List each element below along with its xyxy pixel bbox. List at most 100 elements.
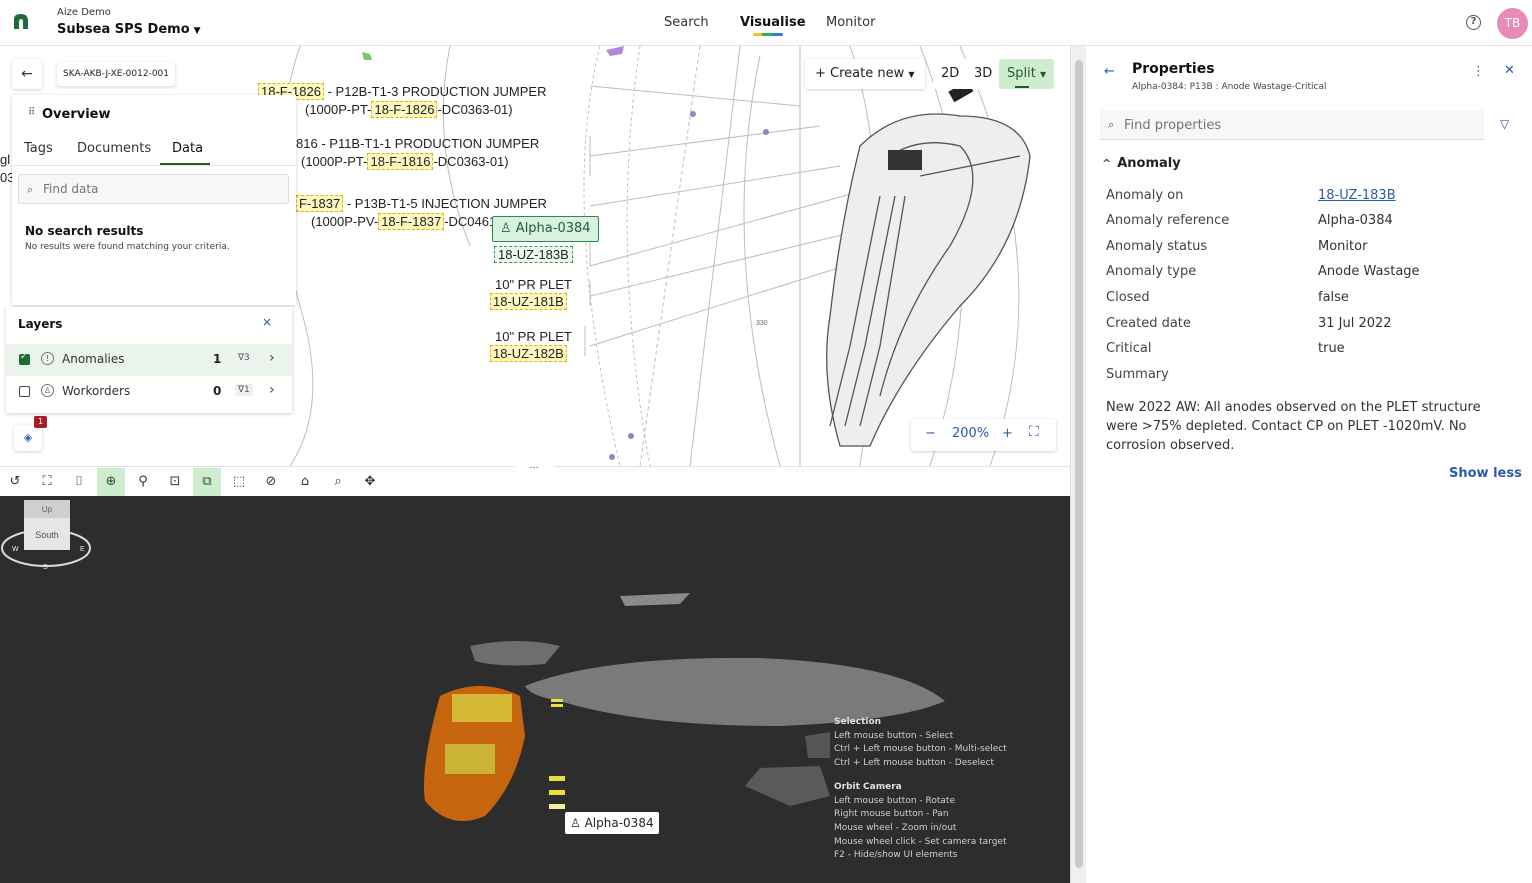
help-gap [834,771,1064,781]
viewer-toolbar: ... ↺ ⛶ ⌷ ⊕ ⚲ ⊡ ⧉ ⬚ ⊘ ⌂ ⌕ ✥ [0,461,1070,496]
layer-row-anomalies[interactable]: ! Anomalies 1 ∇3 › [6,344,292,376]
more-vertical-icon[interactable]: ⋮ [1472,64,1485,79]
filter-icon[interactable]: ▽ [1500,117,1509,131]
project-selector[interactable]: Subsea SPS Demo ▼ [57,22,201,37]
navigation-cube[interactable]: Up South W E S [0,496,95,576]
find-data-input[interactable] [43,179,283,199]
aize-logo-icon[interactable] [10,11,32,33]
close-icon[interactable]: ✕ [1504,63,1515,78]
scroll-thumb[interactable] [1075,60,1083,868]
tag-f-1837[interactable]: F-1837 [296,195,344,212]
asset-code-chip[interactable]: SKA-AKB-J-XE-0012-001 [57,62,176,86]
top-bar: Aize Demo Subsea SPS Demo ▼ Search Visual… [0,0,1532,46]
hide-icon[interactable]: ⊘ [257,468,285,496]
layer-filter-badge[interactable]: ∇3 [235,352,253,364]
view-split-button[interactable]: Split ▼ [999,59,1055,89]
measure-icon[interactable]: ✥ [356,468,384,496]
fit-frame-icon[interactable]: ⛶ [33,468,61,496]
select-area-icon[interactable]: ⬚ [225,468,253,496]
chevron-down-icon: ▼ [908,70,915,79]
prop-label: Created date [1106,316,1191,331]
reset-view-icon[interactable]: ↺ [1,468,29,496]
nav-search[interactable]: Search [664,15,709,30]
nav-visualise[interactable]: Visualise [740,15,806,30]
back-button[interactable]: ← [12,59,42,89]
jumper-title: - P13B-T1-5 INJECTION JUMPER [346,196,547,211]
anomaly-chip-alpha-0384[interactable]: ♙ Alpha-0384 [492,216,599,242]
camera-icon[interactable]: ⌷ [65,468,93,496]
tag-18-f-1816[interactable]: 18-F-1816 [367,153,434,170]
plus-icon: + [815,66,826,81]
tag-816[interactable]: 816 [296,136,318,151]
project-name: Subsea SPS Demo [57,22,190,37]
layer-count: 1 [213,352,222,366]
no-results-title: No search results [25,224,144,238]
tag-18-uz-181b[interactable]: 18-UZ-181B [490,293,567,310]
nav-active-indicator [753,33,783,36]
zoom-in-button[interactable]: + [1002,426,1013,441]
layers-panel: Layers × ! Anomalies 1 ∇3 › ♙ Workorders… [6,307,292,413]
prop-row-anomaly-type: Anomaly type Anode Wastage [1106,264,1526,286]
arrow-left-icon[interactable]: ← [1104,64,1115,79]
tag-18-f-1837[interactable]: 18-F-1837 [378,213,445,230]
find-properties-input[interactable] [1124,115,1474,135]
tab-documents[interactable]: Documents [77,141,151,156]
help-line: Left mouse button - Rotate [834,795,955,806]
layer-label: Workorders [62,384,131,398]
walk-icon[interactable]: ⚲ [129,468,157,496]
viewer-3d[interactable]: ♙ Alpha-0384 Selection Left mouse button… [0,496,1070,883]
close-icon[interactable]: × [262,315,272,329]
fit-view-icon[interactable]: ⛶ [1029,424,1039,440]
find-properties-field: ⌕ [1100,110,1484,140]
layer-filter-badge[interactable]: ∇1 [235,384,253,396]
section-title: Anomaly [1117,156,1181,171]
line-prefix: (1000P-PT- [301,154,368,169]
section-anomaly-header[interactable]: ^ Anomaly [1102,156,1181,171]
plet-title-2: 10" PR PLET [495,329,572,344]
tab-data[interactable]: Data [172,141,203,156]
anomaly-label-text: Alpha-0384 [584,816,654,830]
tab-tags[interactable]: Tags [24,141,53,156]
prop-row-critical: Critical true [1106,341,1526,363]
tag-18-f-1826-line[interactable]: 18-F-1826 [371,101,438,118]
zoom-out-button[interactable]: − [925,426,936,441]
create-new-button[interactable]: + Create new ▼ [805,59,925,89]
layer-checkbox[interactable] [19,386,30,397]
prop-row-anomaly-status: Anomaly status Monitor [1106,239,1526,261]
search-area-icon[interactable]: ⌕ [324,468,352,496]
navcube-up[interactable]: Up [42,505,53,514]
tag-18-uz-183b[interactable]: 18-UZ-183B [494,246,573,263]
tag-18-uz-182b[interactable]: 18-UZ-182B [490,345,567,362]
layer-row-workorders[interactable]: ♙ Workorders 0 ∇1 › [6,376,292,408]
zoom-control: − 200% + ⛶ [911,419,1056,451]
layers-toggle-button[interactable]: ◈ [14,425,42,451]
line-suffix: -DC0363-01) [437,102,513,117]
layer-count: 0 [213,384,222,398]
avatar[interactable]: TB [1497,8,1528,39]
split-resize-handle[interactable]: ... [514,461,554,471]
jumper-label-p11b: 816 - P11B-T1-1 PRODUCTION JUMPER [296,136,539,151]
chevron-right-icon[interactable]: › [269,350,275,366]
navcube-south[interactable]: South [35,530,59,540]
jumper-line-p12b: (1000P-PT- 18-F-1826 -DC0363-01) [305,101,513,118]
scrollbar[interactable] [1070,46,1086,883]
nav-monitor[interactable]: Monitor [826,15,875,30]
view-2d-button[interactable]: 2D [933,59,968,89]
split-active-indicator [1015,86,1029,88]
view-3d-button[interactable]: 3D [966,59,1001,89]
chevron-up-icon: ^ [1102,157,1112,170]
drag-handle-icon[interactable]: ⠿ [28,107,35,118]
focus-icon[interactable]: ⊡ [161,468,189,496]
help-icon[interactable]: ? [1466,15,1481,30]
show-less-button[interactable]: Show less [1449,466,1522,481]
org-name: Aize Demo [57,7,111,18]
search-icon: ⌕ [1108,118,1115,131]
jumper-label-p12b: 18-F-1826 - P12B-T1-3 PRODUCTION JUMPER [258,83,546,100]
chevron-right-icon[interactable]: › [269,382,275,398]
layer-checkbox[interactable] [19,352,30,365]
tag-icon[interactable]: ⌂ [291,468,319,496]
orbit-icon[interactable]: ⊕ [97,468,125,496]
section-box-icon[interactable]: ⧉ [193,468,221,496]
prop-value-link[interactable]: 18-UZ-183B [1318,188,1396,203]
anomaly-label-3d[interactable]: ♙ Alpha-0384 [565,812,659,834]
